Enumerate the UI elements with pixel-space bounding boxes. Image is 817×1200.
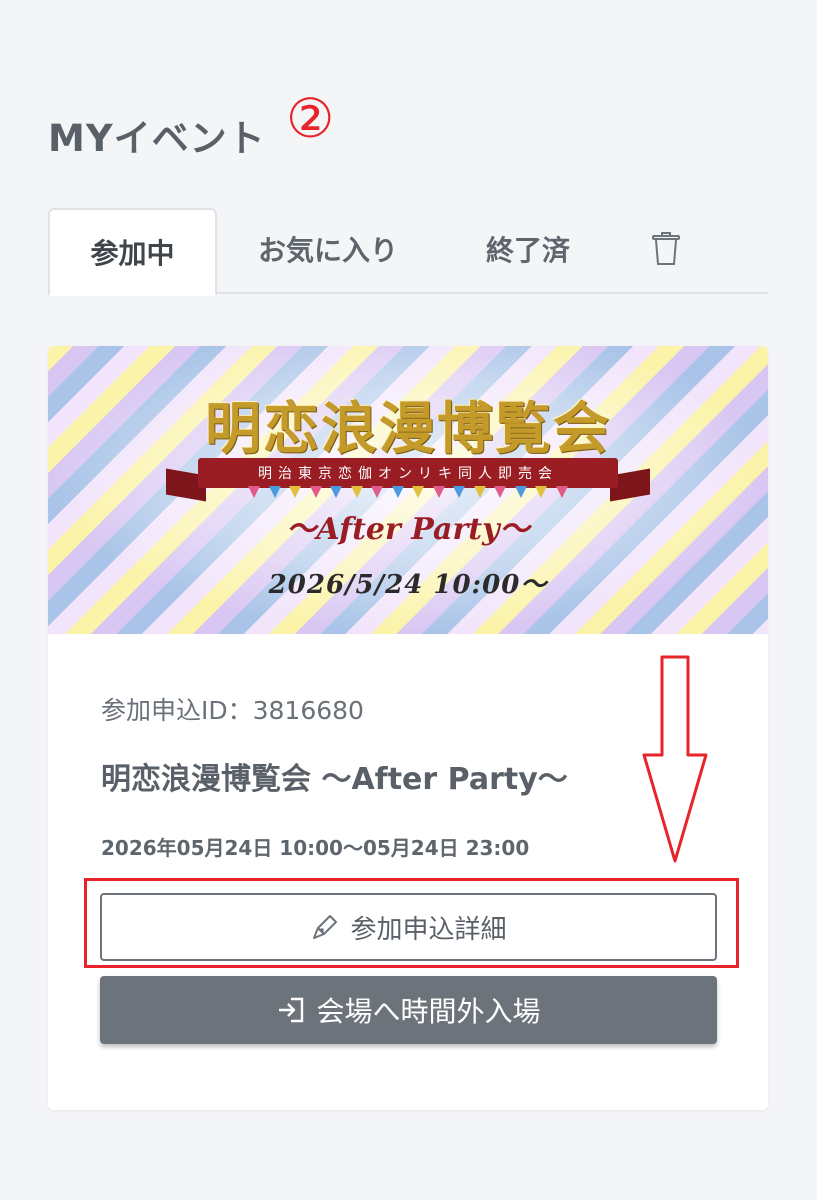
down-arrow-annotation bbox=[642, 655, 708, 863]
tab-trash[interactable] bbox=[638, 208, 694, 290]
tab-finished[interactable]: 終了済 bbox=[468, 208, 588, 290]
pen-icon bbox=[313, 915, 338, 939]
page-title: MYイベント bbox=[48, 117, 266, 160]
application-id: 参加申込ID：3816680 bbox=[101, 696, 364, 725]
event-datetime: 2026年05月24日 10:00〜05月24日 23:00 bbox=[101, 836, 530, 860]
tab-favorites[interactable]: お気に入り bbox=[238, 208, 418, 290]
event-name: 明恋浪漫博覧会 〜After Party〜 bbox=[101, 762, 568, 797]
banner-date: 2026/5/24 10:00〜 bbox=[268, 570, 548, 600]
event-banner-image[interactable]: 明恋浪漫博覧会 明治東京恋伽オンリキ同人即売会 〜After Party〜 20… bbox=[48, 346, 768, 634]
sign-in-icon bbox=[279, 997, 304, 1023]
enter-venue-label: 会場へ時間外入場 bbox=[316, 995, 541, 1028]
tab-participating[interactable]: 参加中 bbox=[48, 208, 217, 296]
banner-ribbon: 明治東京恋伽オンリキ同人即売会 bbox=[198, 458, 618, 488]
trash-icon bbox=[652, 232, 680, 265]
application-detail-label: 参加申込詳細 bbox=[350, 914, 507, 945]
step-number-annotation: ② bbox=[286, 87, 335, 150]
application-detail-button[interactable]: 参加申込詳細 bbox=[100, 893, 717, 961]
banner-subtitle: 〜After Party〜 bbox=[286, 512, 530, 547]
enter-venue-button[interactable]: 会場へ時間外入場 bbox=[100, 976, 717, 1044]
tab-bar: 参加中 お気に入り 終了済 bbox=[48, 208, 768, 296]
banner-pennants bbox=[248, 486, 568, 500]
banner-title: 明恋浪漫博覧会 bbox=[205, 396, 611, 462]
